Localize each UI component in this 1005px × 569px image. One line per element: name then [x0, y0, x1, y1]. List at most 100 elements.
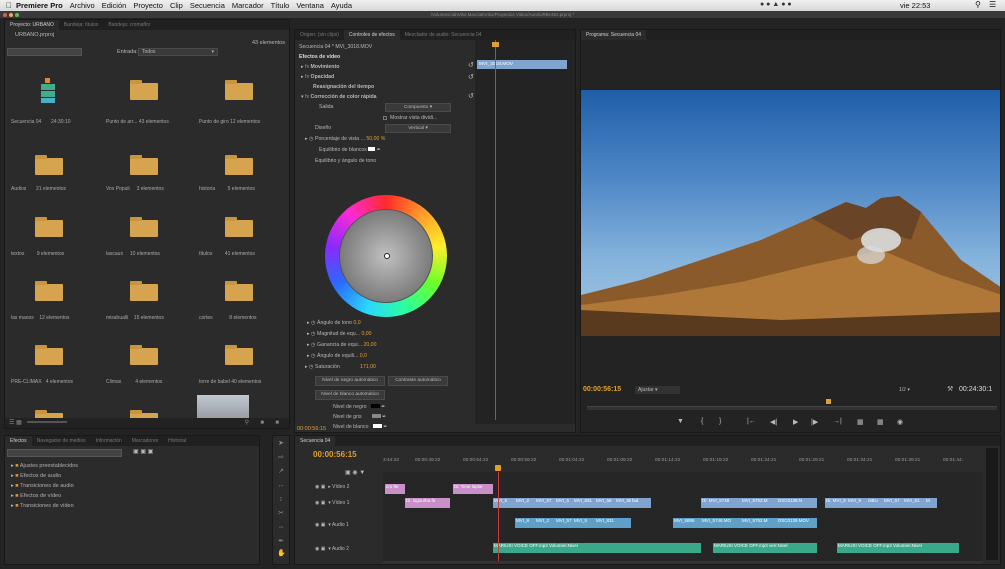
- audio-clip[interactable]: MVI_57: [555, 518, 573, 528]
- ec-white-balance[interactable]: Equilibrio de blancos ✒: [319, 147, 381, 153]
- ec-balance-magnitude[interactable]: ▸ ◷ Magnitud de equ... 0,00: [307, 331, 372, 337]
- go-to-out-icon[interactable]: →|: [833, 418, 842, 425]
- clip[interactable]: fad: [631, 498, 651, 508]
- icon-view-icon[interactable]: ▦: [16, 420, 22, 426]
- tab-source[interactable]: Origen: (sin clips): [295, 30, 344, 40]
- auto-black-button[interactable]: Nivel de negro automático: [315, 376, 385, 386]
- effects-item-video-transitions[interactable]: ▸ ■ Transiciones de vídeo: [11, 503, 74, 509]
- track-header-audio1[interactable]: ◉ ▣ ▾ Audio 1: [315, 522, 381, 542]
- color-wheel[interactable]: [325, 195, 447, 317]
- reset-icon[interactable]: ↺: [468, 61, 474, 69]
- lift-icon[interactable]: ▦: [857, 418, 864, 426]
- clip[interactable]: MVI_831: [573, 498, 595, 508]
- tab-markers[interactable]: Marcadores: [127, 436, 163, 446]
- clip[interactable]: cro fte: [385, 484, 405, 494]
- bin-folder-icon[interactable]: [225, 217, 253, 237]
- effects-search-input[interactable]: [7, 449, 122, 457]
- ec-opacity[interactable]: ▸ fx Opacidad: [301, 74, 334, 80]
- slip-tool-icon[interactable]: ⇔: [277, 524, 285, 532]
- menu-edicion[interactable]: Edición: [102, 1, 127, 10]
- bin-folder-icon[interactable]: [225, 281, 253, 301]
- clip[interactable]: niBU: [867, 498, 883, 508]
- audio-clip[interactable]: MARIUXI VOICE OFF.mp3 ven:Nivel: [713, 543, 817, 553]
- bin-folder-icon[interactable]: [130, 80, 158, 100]
- menu-archivo[interactable]: Archivo: [70, 1, 95, 10]
- sequence-thumbnail[interactable]: [28, 78, 68, 108]
- ec-balance-gain[interactable]: ▸ ◷ Ganancia de equi... 20,00: [307, 342, 376, 348]
- menu-app-name[interactable]: Premiere Pro: [16, 1, 63, 10]
- hand-tool-icon[interactable]: ✋: [277, 550, 286, 558]
- go-to-in-icon[interactable]: |←: [747, 418, 756, 425]
- track-area[interactable]: cro fte Di: logourba fa Di: Time lapse M…: [383, 472, 983, 562]
- bin-folder-icon[interactable]: [225, 345, 253, 365]
- audio-clip[interactable]: MARIUXI VOICE OFF.mp3 Volumen:Nivel: [837, 543, 959, 553]
- bin-folder-icon[interactable]: [35, 281, 63, 301]
- ec-balance-angle[interactable]: ▸ ◷ Ángulo de equili... 0,0: [307, 353, 367, 359]
- export-frame-icon[interactable]: ◉: [897, 418, 903, 426]
- clip[interactable]: Di: Time lapse: [453, 484, 493, 494]
- bin-folder-icon[interactable]: [225, 155, 253, 175]
- effects-filter-icons[interactable]: ▣ ▣ ▣: [133, 448, 153, 455]
- list-view-icon[interactable]: ☰: [9, 420, 14, 426]
- audio-clip[interactable]: MVI_2: [535, 518, 555, 528]
- effects-item-video-effects[interactable]: ▸ ■ Efectos de vídeo: [11, 493, 61, 499]
- effects-item-presets[interactable]: ▸ ■ Ajustes preestablecidos: [11, 463, 78, 469]
- ec-playhead[interactable]: [495, 40, 496, 420]
- auto-white-button[interactable]: Nivel de blanco automático: [315, 390, 385, 400]
- minimize-window-button[interactable]: [9, 12, 13, 17]
- filter-select[interactable]: Todos ▾: [138, 48, 218, 56]
- ec-white-level[interactable]: Nivel de blanco ✒: [333, 424, 388, 430]
- menu-marcador[interactable]: Marcador: [232, 1, 264, 10]
- clip[interactable]: Di: MVI_5748: [701, 498, 741, 508]
- timeline-snap-icons[interactable]: ▣ ◉ ▼: [345, 469, 365, 476]
- clip[interactable]: MVI_9: [847, 498, 867, 508]
- tab-project[interactable]: Proyecto: URBANO: [5, 20, 59, 30]
- ec-gray-level[interactable]: Nivel de gris ✒: [333, 414, 386, 420]
- list-icon[interactable]: ☰: [989, 0, 996, 9]
- tab-info[interactable]: Información: [91, 436, 127, 446]
- clip[interactable]: MVI_57: [883, 498, 903, 508]
- ec-time-remap[interactable]: Reasignación del tiempo: [313, 84, 374, 90]
- tab-effects[interactable]: Efectos: [5, 436, 32, 446]
- extract-icon[interactable]: ▦: [877, 418, 884, 426]
- pen-tool-icon[interactable]: ✒: [277, 538, 285, 546]
- menu-ventana[interactable]: Ventana: [296, 1, 324, 10]
- bin-folder-icon[interactable]: [35, 155, 63, 175]
- timeline-playhead-head[interactable]: [495, 465, 501, 471]
- timeline-scrollbar[interactable]: [383, 561, 983, 564]
- audio-clip[interactable]: MVI_5: [573, 518, 595, 528]
- bin-folder-icon[interactable]: [35, 217, 63, 237]
- timeline-playhead[interactable]: [498, 472, 499, 562]
- program-timecode[interactable]: 00:00:56:15: [583, 386, 621, 393]
- new-bin-icon[interactable]: ⚲: [245, 418, 249, 428]
- audio-clip[interactable]: MARIUXI VOICE OFF.mp3 Volumen:Nivel: [493, 543, 701, 553]
- search-input[interactable]: [7, 48, 82, 56]
- track-header-video2[interactable]: ◉ ▣ ▸ Vídeo 2: [315, 484, 381, 496]
- ec-motion[interactable]: ▸ fx Movimiento: [301, 64, 339, 70]
- clip[interactable]: MVI_8: [493, 498, 515, 508]
- step-forward-icon[interactable]: |▶: [811, 418, 818, 426]
- clip[interactable]: DSC0139.N: [777, 498, 817, 508]
- mark-out-icon[interactable]: }: [719, 418, 721, 425]
- menu-clip[interactable]: Clip: [170, 1, 183, 10]
- color-wheel-handle[interactable]: [384, 253, 390, 259]
- reset-icon[interactable]: ↺: [468, 92, 474, 100]
- auto-contrast-button[interactable]: Contraste automático: [388, 376, 448, 386]
- clip[interactable]: MVI_2: [515, 498, 535, 508]
- wrench-icon[interactable]: ⚒: [947, 385, 953, 393]
- clip[interactable]: MVI_5: [555, 498, 573, 508]
- add-marker-icon[interactable]: ▼: [677, 418, 684, 425]
- effects-item-audio-effects[interactable]: ▸ ■ Efectos de audio: [11, 473, 61, 479]
- menu-titulo[interactable]: Título: [271, 1, 290, 10]
- tab-history[interactable]: Historial: [163, 436, 191, 446]
- zoom-slider[interactable]: [27, 421, 68, 424]
- ec-clip-bar[interactable]: MVI_3018.MOV: [477, 60, 567, 69]
- tab-media-browser[interactable]: Navegador de medios: [32, 436, 91, 446]
- mark-in-icon[interactable]: {: [701, 418, 703, 425]
- ec-output-select[interactable]: Compuesto ▾: [385, 103, 451, 112]
- razor-tool-icon[interactable]: ✂: [277, 510, 285, 518]
- close-window-button[interactable]: [3, 12, 7, 17]
- audio-clip[interactable]: MVI_5752.M: [741, 518, 777, 528]
- tab-audio-mixer[interactable]: Mezclador de audio: Secuencia 04: [400, 30, 487, 40]
- tab-sequence[interactable]: Secuencia 04: [295, 436, 336, 446]
